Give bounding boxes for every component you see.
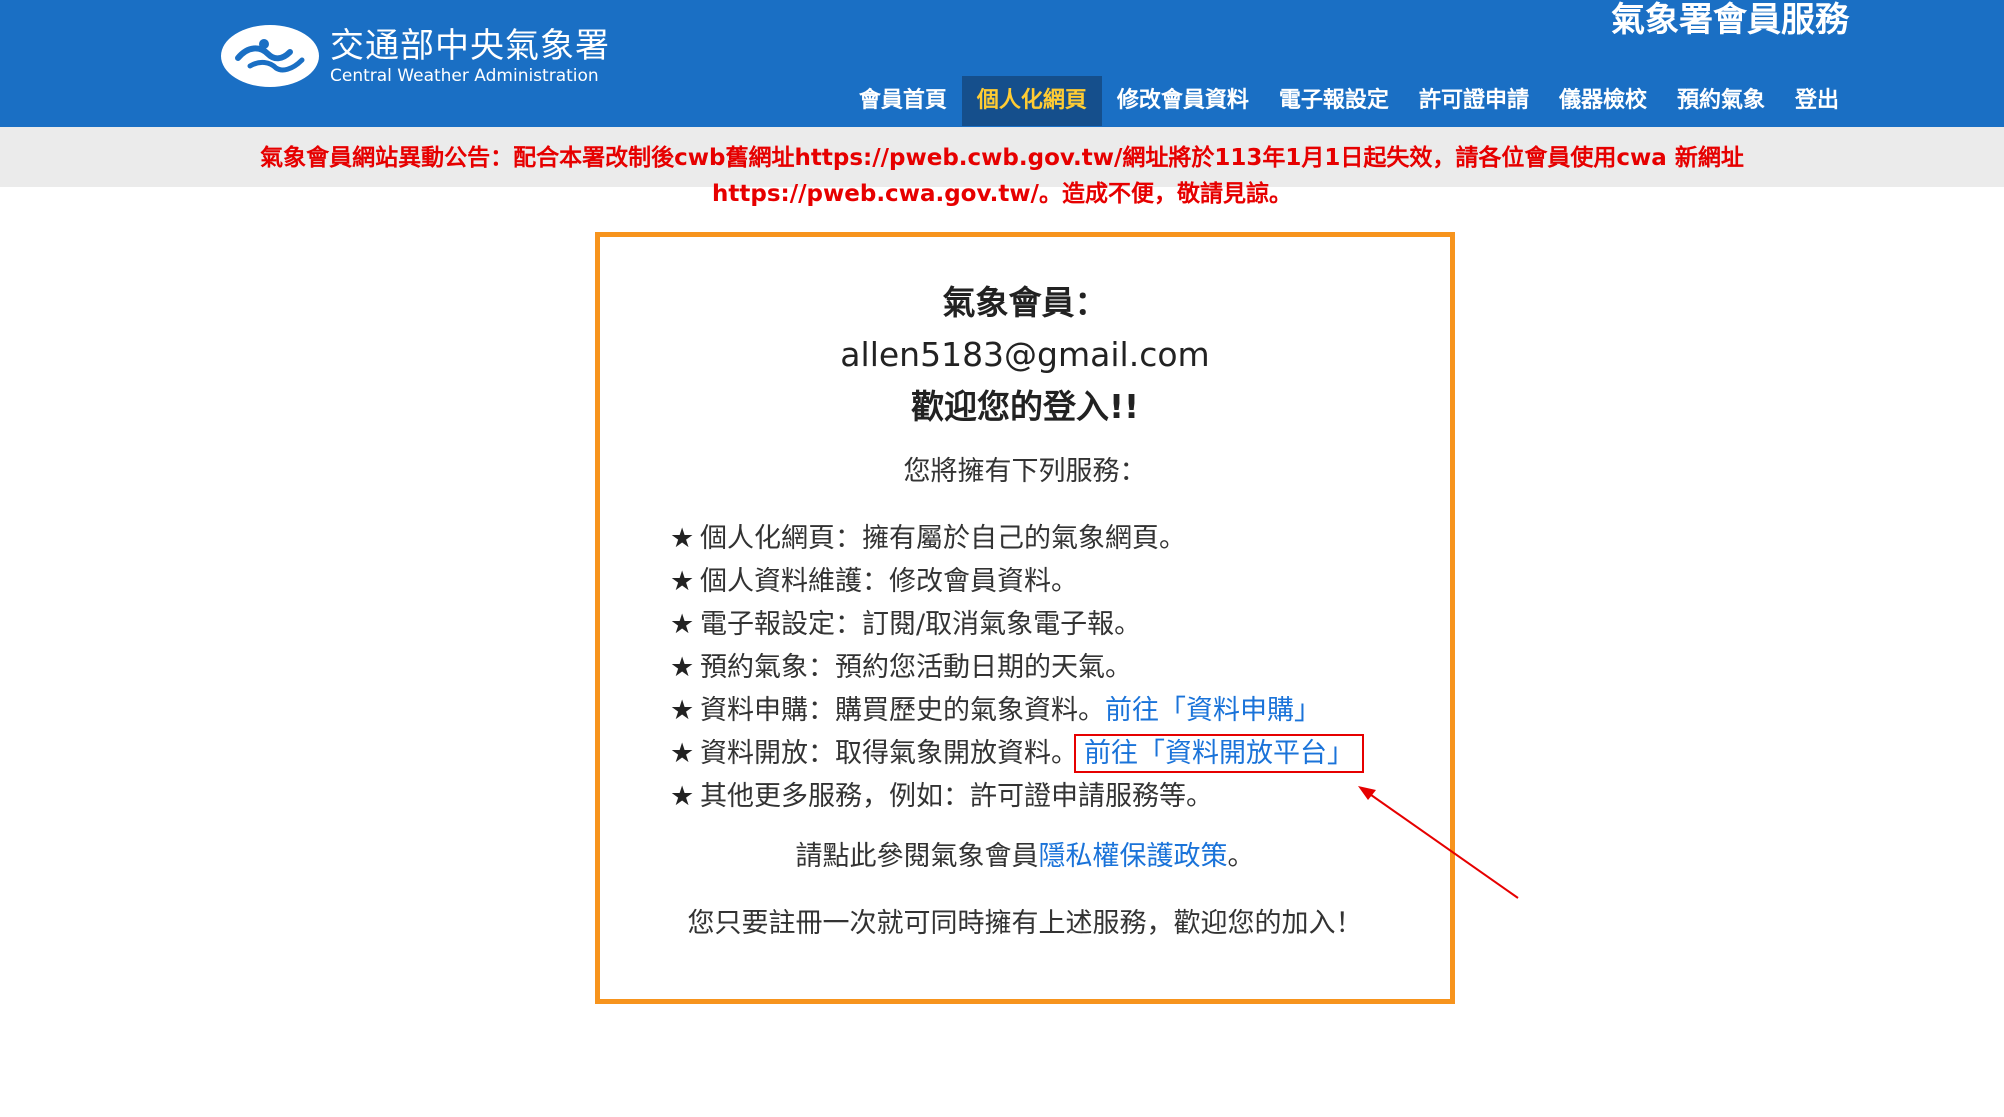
star-icon: ★ [670,609,695,640]
service-text: 個人化網頁：擁有屬於自己的氣象網頁。 [700,523,1186,554]
logo-english-name: Central Weather Administration [330,66,599,86]
member-email: allen5183@gmail.com [840,335,1210,374]
nav-newsletter-settings[interactable]: 電子報設定 [1264,76,1404,126]
list-item: ★ 資料申購：購買歷史的氣象資料。前往「資料申購」 [670,689,1430,732]
list-item: ★ 預約氣象：預約您活動日期的天氣。 [670,646,1430,689]
site-title: 氣象署會員服務 [1611,0,1849,40]
star-icon: ★ [670,695,695,726]
list-item: ★ 其他更多服務，例如：許可證申請服務等。 [670,775,1430,818]
list-item: ★ 個人資料維護：修改會員資料。 [670,560,1430,603]
star-icon: ★ [670,652,695,683]
nav-weather-reservation[interactable]: 預約氣象 [1662,76,1780,126]
open-data-platform-link[interactable]: 前往「資料開放平台」 [1074,734,1364,773]
privacy-policy-link[interactable]: 隱私權保護政策 [1039,841,1228,872]
star-icon: ★ [670,523,695,554]
nav-personalized-page[interactable]: 個人化網頁 [961,76,1102,126]
member-label: 氣象會員： [942,283,1108,322]
welcome-card: 氣象會員： allen5183@gmail.com 歡迎您的登入!! 您將擁有下… [595,232,1455,1004]
list-item: ★ 個人化網頁：擁有屬於自己的氣象網頁。 [670,517,1430,560]
service-text: 資料申購：購買歷史的氣象資料。 [700,695,1105,726]
nav-instrument-calibration[interactable]: 儀器檢校 [1544,76,1662,126]
star-icon: ★ [670,738,695,769]
nav-permit-application[interactable]: 許可證申請 [1404,76,1544,126]
red-arrow-icon [1358,786,1519,899]
list-item: ★ 電子報設定：訂閱/取消氣象電子報。 [670,603,1430,646]
services-list: ★ 個人化網頁：擁有屬於自己的氣象網頁。 ★ 個人資料維護：修改會員資料。 ★ 電子報… [670,517,1430,818]
star-icon: ★ [670,781,695,812]
service-text: 其他更多服務，例如：許可證申請服務等。 [700,781,1213,812]
cwa-logo-icon [221,25,319,87]
welcome-greeting: 歡迎您的登入!! [910,387,1140,426]
list-item: ★ 資料開放：取得氣象開放資料。 前往「資料開放平台」 [670,732,1430,775]
nav-edit-profile[interactable]: 修改會員資料 [1102,76,1264,126]
main-nav: 會員首頁 個人化網頁 修改會員資料 電子報設定 許可證申請 儀器檢校 預約氣象 … [844,76,1854,126]
nav-member-home[interactable]: 會員首頁 [844,76,962,126]
logo-text: 交通部中央氣象署 Central Weather Administration [330,26,610,86]
service-text: 個人資料維護：修改會員資料。 [700,566,1078,597]
cwa-logo[interactable]: 交通部中央氣象署 Central Weather Administration [220,24,610,88]
announcement-line-1: 氣象會員網站異動公告：配合本署改制後cwb舊網址https://pweb.cwb… [260,145,1744,171]
service-text: 電子報設定：訂閱/取消氣象電子報。 [700,609,1142,640]
service-text: 資料開放：取得氣象開放資料。 [700,738,1078,769]
privacy-prefix: 請點此參閱氣象會員 [795,841,1039,872]
logo-chinese-name: 交通部中央氣象署 [330,26,610,66]
star-icon: ★ [670,566,695,597]
announcement-line-2: https://pweb.cwa.gov.tw/。造成不便，敬請見諒。 [712,181,1292,207]
welcome-message: 氣象會員： allen5183@gmail.com 歡迎您的登入!! [600,277,1450,433]
data-purchase-link[interactable]: 前往「資料申購」 [1105,695,1321,726]
privacy-suffix: 。 [1227,841,1255,872]
site-header: 交通部中央氣象署 Central Weather Administration … [0,0,2004,127]
service-text: 預約氣象：預約您活動日期的天氣。 [700,652,1132,683]
announcement: 氣象會員網站異動公告：配合本署改制後cwb舊網址https://pweb.cwb… [0,140,2004,212]
closing-message: 您只要註冊一次就可同時擁有上述服務，歡迎您的加入！ [687,908,1363,939]
nav-logout[interactable]: 登出 [1780,76,1854,126]
services-intro: 您將擁有下列服務： [903,456,1147,487]
privacy-note: 請點此參閱氣象會員隱私權保護政策。 [600,837,1450,877]
